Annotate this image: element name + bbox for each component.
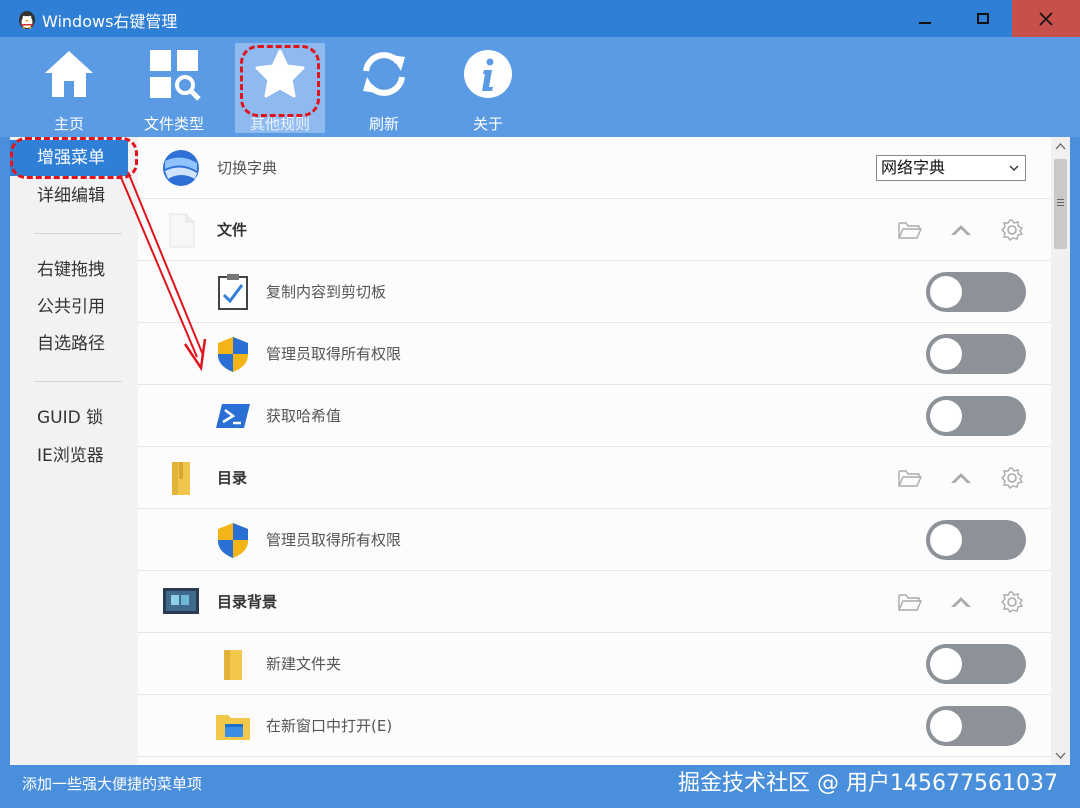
sidebar-item-drag-drop[interactable]: 右键拖拽	[10, 252, 138, 288]
menu-item-label: 复制内容到剪切板	[266, 283, 387, 301]
toolbar-about-button[interactable]: 关于	[443, 43, 533, 133]
toggle-switch[interactable]	[926, 396, 1026, 436]
toolbar: 主页 文件类型 其他规则 刷新 关于	[0, 37, 1080, 137]
menu-item-label: 管理员取得所有权限	[266, 345, 402, 363]
close-icon	[1039, 11, 1053, 26]
toggle-switch[interactable]	[926, 644, 1026, 684]
group-title: 目录	[217, 469, 248, 487]
minimize-button[interactable]	[896, 0, 954, 37]
vertical-scrollbar[interactable]	[1051, 137, 1070, 765]
toggle-knob	[930, 400, 962, 432]
sidebar-item-guid-lock[interactable]: GUID 锁	[10, 400, 138, 436]
clipboard-icon	[218, 274, 248, 310]
group-title: 文件	[217, 221, 248, 239]
toggle-knob	[930, 648, 962, 680]
dictionary-label: 切换字典	[217, 159, 278, 177]
menu-item-row: 管理员取得所有权限	[138, 509, 1051, 571]
collapse-chevron-icon[interactable]	[948, 466, 974, 490]
sidebar-divider	[34, 233, 122, 234]
minimize-icon	[919, 21, 931, 24]
open-folder-icon[interactable]	[897, 218, 923, 242]
toggle-knob	[930, 276, 962, 308]
close-button[interactable]	[1012, 0, 1080, 37]
desktop-background-icon	[163, 588, 199, 614]
dictionary-icon	[163, 150, 199, 186]
sidebar-item-detailed-edit[interactable]: 详细编辑	[10, 178, 138, 214]
collapse-chevron-icon[interactable]	[948, 590, 974, 614]
toolbar-file-types-button[interactable]: 文件类型	[129, 43, 219, 133]
file-icon	[169, 213, 195, 248]
menu-item-row: 复制内容到剪切板	[138, 261, 1051, 323]
sidebar-divider	[34, 381, 122, 382]
app-window: Windows右键管理 主页 文件类型 其他规则 刷新 关于 增强菜单 详细编辑…	[0, 0, 1080, 808]
uac-shield-icon	[218, 337, 248, 372]
app-logo-icon	[19, 11, 35, 29]
menu-item-row: 新建文件夹	[138, 633, 1051, 695]
toggle-switch[interactable]	[926, 334, 1026, 374]
group-title: 目录背景	[217, 593, 278, 611]
sidebar-item-custom-paths[interactable]: 自选路径	[10, 326, 138, 362]
toggle-knob	[930, 524, 962, 556]
toggle-switch[interactable]	[926, 520, 1026, 560]
toggle-switch[interactable]	[926, 272, 1026, 312]
title-bar[interactable]: Windows右键管理	[0, 0, 1080, 37]
uac-shield-icon	[218, 523, 248, 558]
menu-item-row: 管理员取得所有权限	[138, 323, 1051, 385]
chevron-down-icon	[1009, 165, 1019, 171]
star-icon	[255, 49, 305, 98]
menu-item-label: 管理员取得所有权限	[266, 531, 402, 549]
toolbar-label: 主页	[53, 115, 84, 133]
toolbar-home-button[interactable]: 主页	[24, 43, 114, 133]
folder-open-window-icon	[216, 715, 250, 740]
powershell-icon	[216, 404, 250, 428]
toolbar-other-rules-button[interactable]: 其他规则	[235, 43, 325, 133]
dictionary-row: 切换字典 网络字典	[138, 137, 1051, 199]
toggle-knob	[930, 710, 962, 742]
scrollbar-thumb[interactable]	[1054, 159, 1067, 249]
toggle-knob	[930, 338, 962, 370]
group-header-directory-background: 目录背景	[138, 571, 1051, 633]
sidebar-item-enhanced-menu[interactable]: 增强菜单	[10, 140, 128, 176]
open-folder-icon[interactable]	[897, 466, 923, 490]
dictionary-select[interactable]: 网络字典	[876, 155, 1026, 181]
dictionary-select-value: 网络字典	[881, 158, 946, 177]
group-header-file: 文件	[138, 199, 1051, 261]
sidebar-item-public-references[interactable]: 公共引用	[10, 289, 138, 325]
open-folder-icon[interactable]	[897, 590, 923, 614]
refresh-icon	[363, 52, 405, 96]
gear-icon[interactable]	[999, 590, 1025, 614]
status-bar: 添加一些强大便捷的菜单项 掘金技术社区 @ 用户145677561037	[0, 765, 1080, 808]
menu-item-label: 在新窗口中打开(E)	[266, 717, 393, 735]
menu-item-row: 在新窗口中打开(E)	[138, 695, 1051, 757]
gear-icon[interactable]	[999, 218, 1025, 242]
maximize-button[interactable]	[954, 0, 1012, 37]
toolbar-label: 关于	[472, 115, 503, 133]
maximize-icon	[977, 12, 989, 24]
toolbar-label: 其他规则	[249, 115, 310, 133]
toolbar-label: 文件类型	[143, 115, 204, 133]
scroll-up-icon[interactable]	[1051, 137, 1070, 157]
menu-item-label: 获取哈希值	[266, 407, 342, 425]
sidebar-item-ie-browser[interactable]: IE浏览器	[10, 438, 138, 474]
collapse-chevron-icon[interactable]	[948, 218, 974, 242]
toolbar-label: 刷新	[368, 115, 399, 133]
info-icon	[464, 50, 512, 98]
main-content: 切换字典 网络字典 文件 复制内容到剪切板 管理员取得所有权限 获取哈希值 目录…	[138, 137, 1051, 765]
toolbar-refresh-button[interactable]: 刷新	[339, 43, 429, 133]
toggle-switch[interactable]	[926, 706, 1026, 746]
file-types-icon	[150, 50, 201, 101]
new-folder-icon	[224, 650, 242, 680]
group-header-directory: 目录	[138, 447, 1051, 509]
gear-icon[interactable]	[999, 466, 1025, 490]
folder-zip-icon	[172, 462, 190, 495]
home-icon	[45, 51, 93, 97]
window-title: Windows右键管理	[42, 12, 178, 31]
menu-item-label: 新建文件夹	[266, 655, 342, 673]
status-message: 添加一些强大便捷的菜单项	[22, 775, 203, 793]
watermark-text: 掘金技术社区 @ 用户145677561037	[678, 771, 1058, 796]
sidebar: 增强菜单 详细编辑 右键拖拽 公共引用 自选路径 GUID 锁 IE浏览器	[10, 137, 138, 765]
scroll-down-icon[interactable]	[1051, 745, 1070, 765]
menu-item-row: 获取哈希值	[138, 385, 1051, 447]
